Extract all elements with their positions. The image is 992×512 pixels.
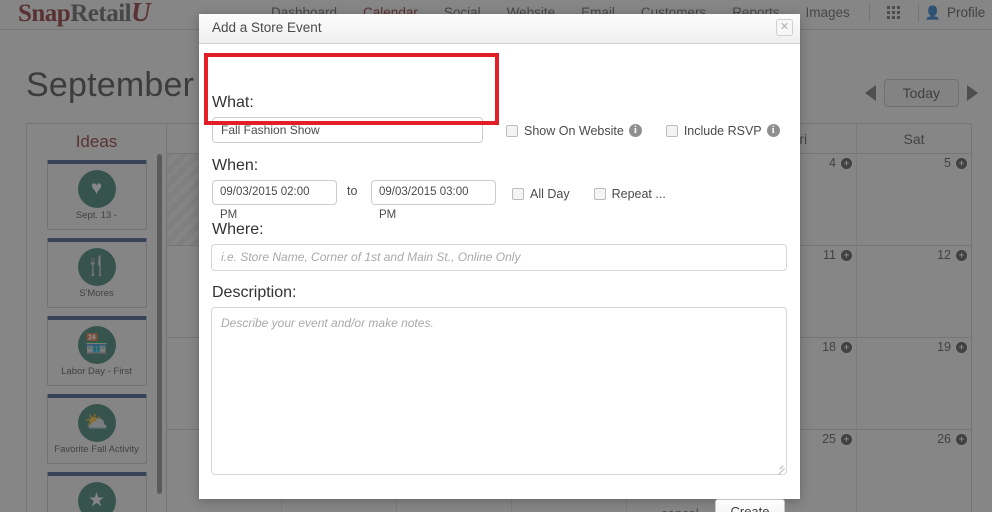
- close-icon[interactable]: ✕: [776, 19, 793, 36]
- dialog-title: Add a Store Event: [212, 20, 322, 35]
- add-store-event-dialog: Add a Store Event ✕ What: Fall Fashion S…: [199, 14, 800, 512]
- website-options-row: Show On Website i Include RSVP i: [506, 122, 804, 140]
- show-on-website-option[interactable]: Show On Website i: [506, 122, 642, 140]
- all-day-checkbox[interactable]: [512, 187, 524, 200]
- info-icon[interactable]: i: [628, 124, 642, 138]
- show-on-website-checkbox[interactable]: [506, 124, 518, 137]
- start-datetime-input[interactable]: 09/03/2015 02:00 PM: [212, 180, 337, 221]
- all-day-label: All Day: [530, 186, 570, 201]
- repeat-option[interactable]: Repeat ...: [593, 185, 666, 203]
- dialog-header: Add a Store Event ✕: [199, 14, 800, 44]
- include-rsvp-checkbox[interactable]: [665, 124, 678, 137]
- resize-handle-icon[interactable]: [776, 464, 785, 473]
- when-label: When:: [212, 157, 259, 174]
- what-field-highlight-box: [204, 53, 499, 125]
- description-textarea[interactable]: Describe your event and/or make notes.: [211, 307, 787, 475]
- repeat-label: Repeat ...: [611, 186, 666, 201]
- cancel-button[interactable]: cancel: [661, 506, 699, 512]
- info-icon[interactable]: i: [766, 124, 780, 138]
- when-options-row: All Day Repeat ...: [512, 185, 690, 203]
- include-rsvp-label: Include RSVP: [683, 123, 762, 138]
- include-rsvp-option[interactable]: Include RSVP i: [665, 122, 780, 140]
- all-day-option[interactable]: All Day: [512, 185, 570, 203]
- to-separator-label: to: [347, 184, 358, 198]
- where-label: Where:: [212, 221, 264, 238]
- create-button[interactable]: Create: [715, 499, 785, 512]
- where-input[interactable]: i.e. Store Name, Corner of 1st and Main …: [211, 244, 787, 271]
- end-datetime-input[interactable]: 09/03/2015 03:00 PM: [371, 180, 496, 221]
- description-label: Description:: [212, 284, 297, 301]
- what-label: What:: [212, 94, 254, 111]
- screenshot-root: SnapRetailU DashboardCalendarSocialWebsi…: [0, 0, 992, 512]
- repeat-checkbox[interactable]: [593, 187, 606, 200]
- dialog-body: What: Fall Fashion Show Show On Website i…: [199, 44, 800, 512]
- what-input[interactable]: Fall Fashion Show: [212, 117, 483, 143]
- show-on-website-label: Show On Website: [524, 123, 624, 138]
